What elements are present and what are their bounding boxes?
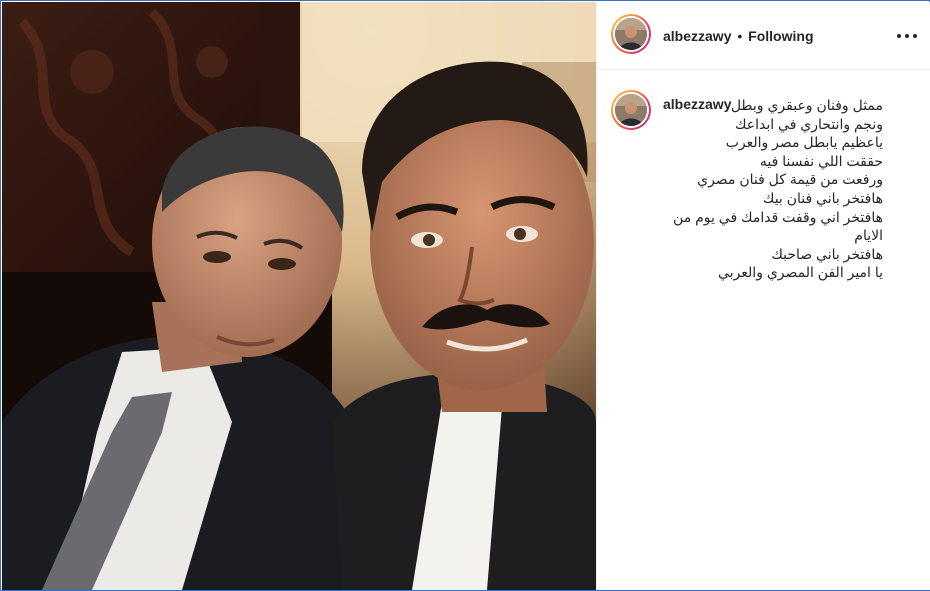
profile-avatar[interactable] (611, 14, 651, 54)
separator-dot: • (737, 28, 743, 44)
caption-line: هافتخر باني صاحبك (771, 245, 883, 262)
caption-line: ونجم وانتحاري في ابداعك (734, 115, 883, 132)
caption-line: ياعظيم يابطل مصر والعرب (725, 134, 883, 151)
avatar-icon (615, 94, 647, 126)
more-dot (897, 34, 901, 38)
avatar-frame (613, 92, 649, 128)
following-button[interactable]: Following (748, 28, 813, 44)
more-options-icon[interactable] (897, 26, 917, 46)
caption-line: يا امير الفن المصري والعربي (718, 264, 883, 281)
caption-text: ممثل وفنان وعبقري وبطل ونجم وانتحاري في … (663, 96, 883, 282)
caption-line: ورفعت من قيمة كل فنان مصري (697, 171, 883, 188)
photo-illustration (2, 2, 596, 590)
avatar-image (615, 18, 647, 50)
username-link[interactable]: albezzawy (663, 28, 731, 44)
post-window: albezzawy • Following albezzawy ممثل وفن… (0, 0, 930, 591)
avatar-image (615, 94, 647, 126)
more-dot (905, 34, 909, 38)
caption-line: حققت اللي نفسنا فيه (759, 152, 883, 169)
caption-line: هافتخر اني وقفت قدامك في يوم من (673, 208, 883, 225)
caption-line: ممثل وفنان وعبقري وبطل (730, 97, 883, 113)
caption-avatar[interactable] (611, 90, 651, 130)
caption-line: هافتخر باني فنان بيك (762, 189, 883, 206)
avatar-icon (615, 18, 647, 50)
post-photo[interactable] (2, 2, 596, 590)
more-dot (913, 34, 917, 38)
caption-line: الايام (854, 227, 883, 244)
post-header: albezzawy • Following (597, 2, 930, 70)
avatar-frame (613, 16, 649, 52)
header-text: albezzawy • Following (663, 27, 814, 45)
post-sidebar: albezzawy • Following albezzawy ممثل وفن… (596, 2, 930, 590)
